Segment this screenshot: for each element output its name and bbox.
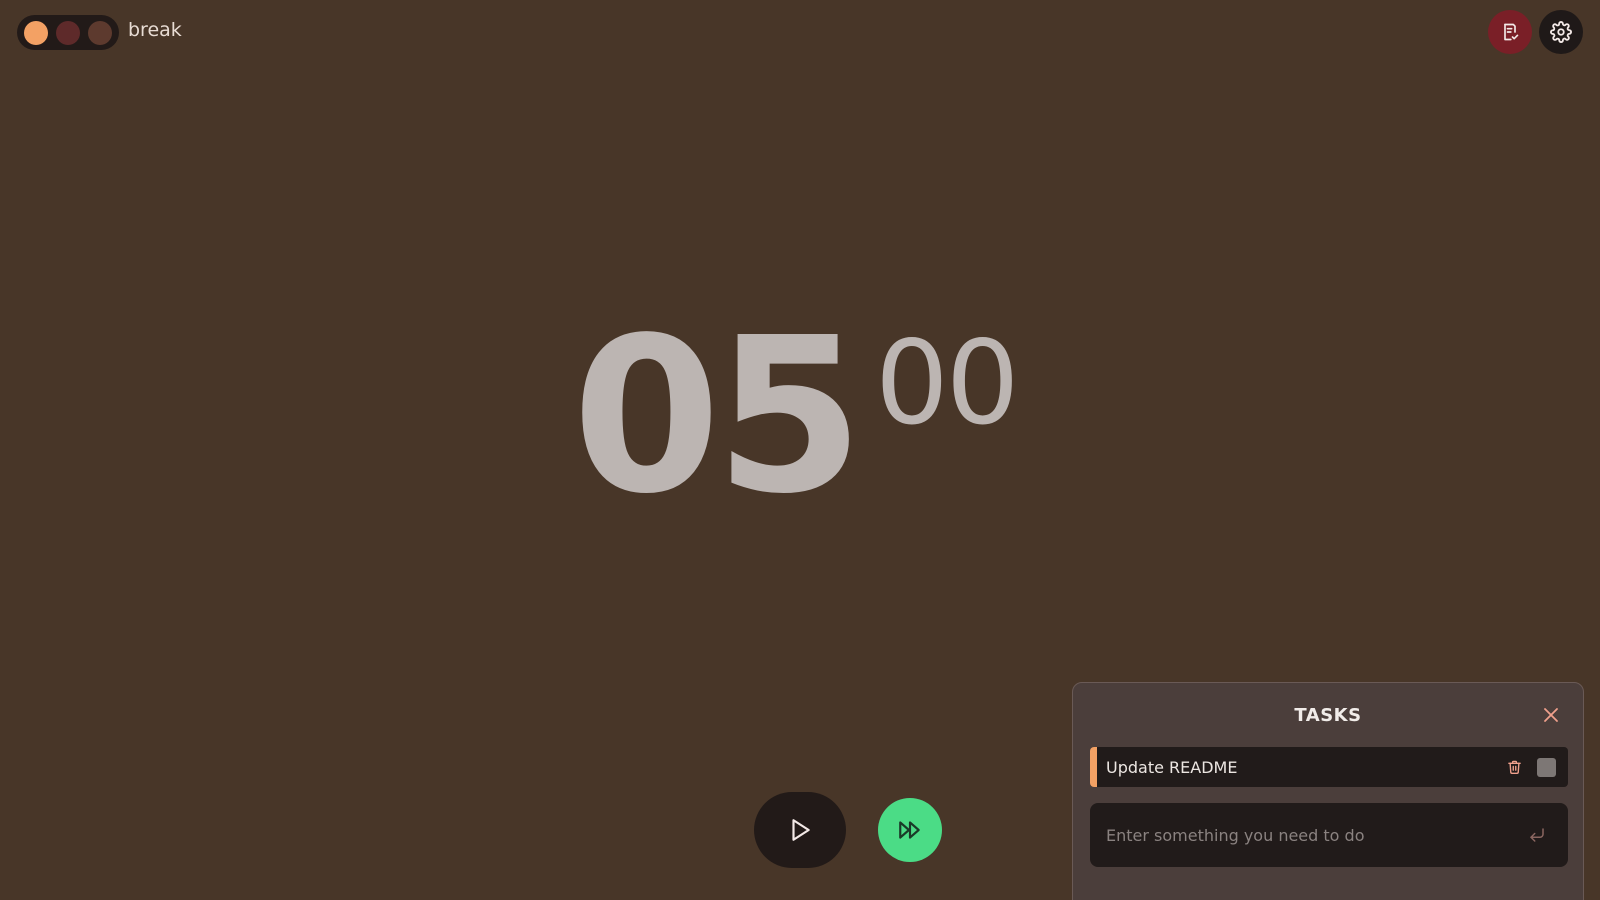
mode-label: break xyxy=(128,19,182,41)
trash-icon xyxy=(1507,760,1521,774)
tasks-close-button[interactable] xyxy=(1541,705,1561,725)
mode-dot-break[interactable] xyxy=(24,20,48,45)
submit-task-button[interactable] xyxy=(1526,824,1548,846)
fast-forward-icon xyxy=(899,821,920,839)
new-task-field xyxy=(1090,803,1568,867)
task-checkbox[interactable] xyxy=(1537,757,1556,777)
task-accent-bar xyxy=(1090,747,1097,787)
settings-button[interactable] xyxy=(1539,10,1583,54)
skip-button[interactable] xyxy=(878,798,942,862)
gear-icon xyxy=(1550,21,1572,43)
mode-dot-focus[interactable] xyxy=(56,20,80,45)
close-icon xyxy=(1544,708,1558,722)
timer-minutes: 05 xyxy=(572,292,864,541)
task-item[interactable]: Update README xyxy=(1090,747,1568,787)
play-icon xyxy=(792,819,810,841)
checklist-icon xyxy=(1504,23,1519,41)
timer-seconds: 00 xyxy=(875,316,1020,451)
task-label: Update README xyxy=(1106,757,1238,777)
tasks-title: TASKS xyxy=(1294,705,1362,726)
tasks-panel: TASKS Update README xyxy=(1072,682,1584,900)
new-task-input[interactable] xyxy=(1090,803,1526,867)
enter-icon xyxy=(1530,828,1544,842)
mode-dot-long-break[interactable] xyxy=(88,20,112,45)
mode-switcher xyxy=(17,15,119,50)
play-button[interactable] xyxy=(754,792,846,868)
task-delete-button[interactable] xyxy=(1505,758,1523,776)
tasks-toggle-button[interactable] xyxy=(1488,10,1532,54)
pomodoro-app: break 05 00 TASKS Update README Enter so… xyxy=(0,0,1600,900)
